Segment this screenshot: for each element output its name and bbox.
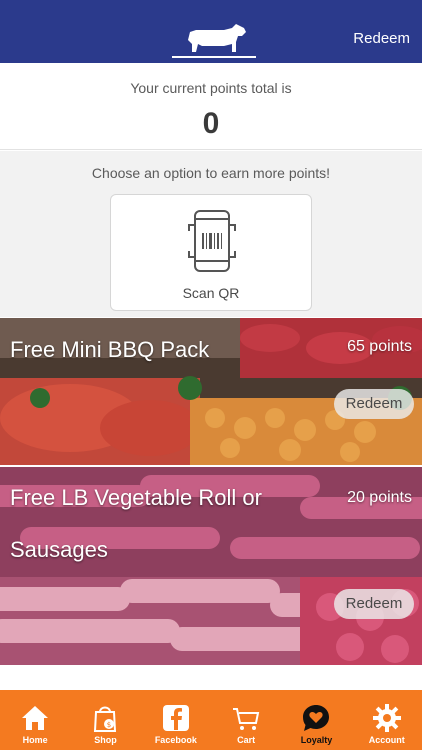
- reward-points: 20 points: [347, 489, 412, 506]
- tab-label: Facebook: [154, 735, 197, 745]
- points-summary: Your current points total is 0: [0, 63, 422, 150]
- home-icon: [22, 706, 49, 730]
- points-label: Your current points total is: [130, 80, 292, 96]
- app-header: Redeem: [0, 0, 422, 63]
- tab-label: Cart: [237, 735, 256, 745]
- tab-cart[interactable]: Cart: [211, 690, 281, 750]
- qr-scan-phone-icon: [188, 210, 236, 272]
- reward-card-bbq-pack[interactable]: Free Mini BBQ Pack 65 points Redeem: [0, 318, 422, 465]
- gear-icon: [372, 704, 401, 732]
- tab-label: Loyalty: [300, 735, 333, 745]
- tab-loyalty[interactable]: Loyalty: [281, 690, 351, 750]
- tab-label: Home: [22, 735, 48, 745]
- reward-card-vegetable-roll[interactable]: Free LB Vegetable Roll or Sausages 20 po…: [0, 467, 422, 665]
- reward-points: 65 points: [347, 338, 412, 355]
- reward-redeem-button[interactable]: Redeem: [334, 389, 414, 419]
- heart-chat-icon: [303, 705, 330, 731]
- reward-title: Free LB Vegetable Roll or Sausages: [10, 485, 262, 562]
- facebook-icon: [162, 705, 189, 731]
- cow-logo-icon: [172, 24, 256, 58]
- tab-account[interactable]: Account: [352, 690, 422, 750]
- bottom-tab-bar: Home $ Shop Facebook Cart Loyalty Accoun…: [0, 690, 422, 750]
- scan-qr-label: Scan QR: [182, 285, 240, 301]
- tab-label: Shop: [94, 735, 117, 745]
- shopping-bag-icon: $: [94, 706, 117, 732]
- points-value: 0: [202, 107, 220, 140]
- cart-icon: [233, 708, 260, 730]
- redeem-header-button[interactable]: Redeem: [353, 30, 410, 47]
- tab-home[interactable]: Home: [0, 690, 70, 750]
- tab-facebook[interactable]: Facebook: [141, 690, 211, 750]
- reward-title: Free Mini BBQ Pack: [10, 337, 210, 362]
- earn-points-label: Choose an option to earn more points!: [91, 165, 331, 181]
- tab-label: Account: [368, 735, 405, 745]
- earn-points-section: Choose an option to earn more points! Sc…: [0, 151, 422, 317]
- svg-text:$: $: [107, 721, 111, 729]
- reward-redeem-button[interactable]: Redeem: [334, 589, 414, 619]
- tab-shop[interactable]: $ Shop: [70, 690, 140, 750]
- scan-qr-button[interactable]: Scan QR: [110, 194, 312, 311]
